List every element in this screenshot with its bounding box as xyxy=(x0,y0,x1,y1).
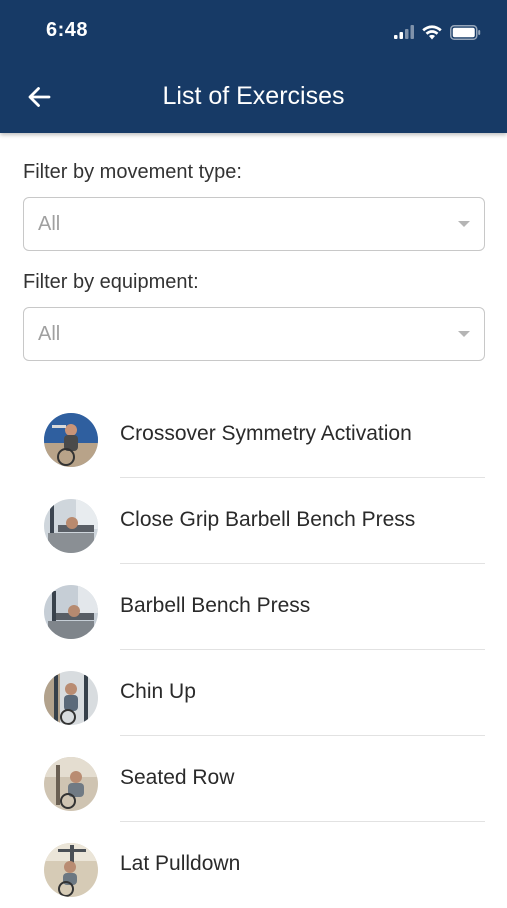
exercise-thumbnail xyxy=(44,413,98,467)
exercise-name: Seated Row xyxy=(120,766,235,789)
status-bar: 6:48 xyxy=(0,0,507,62)
equipment-select-value: All xyxy=(38,323,61,345)
cellular-signal-icon xyxy=(394,25,414,39)
exercise-thumbnail xyxy=(44,499,98,553)
exercise-item[interactable]: Seated Row xyxy=(0,736,507,822)
wifi-icon xyxy=(422,24,442,39)
movement-type-select[interactable]: All xyxy=(23,197,485,251)
movement-type-select-value: All xyxy=(38,213,61,235)
exercise-thumbnail xyxy=(44,843,98,897)
page-title: List of Exercises xyxy=(162,82,345,110)
equipment-select[interactable]: All xyxy=(23,307,485,361)
exercise-name: Lat Pulldown xyxy=(120,852,241,875)
exercise-name: Barbell Bench Press xyxy=(120,594,311,617)
exercise-item[interactable]: Close Grip Barbell Bench Press xyxy=(0,478,507,564)
exercise-item[interactable]: Crossover Symmetry Activation xyxy=(0,392,507,478)
exercise-item[interactable]: Lat Pulldown xyxy=(0,822,507,908)
status-time: 6:48 xyxy=(46,19,89,41)
exercise-list: Crossover Symmetry Activation Close Grip… xyxy=(0,392,507,908)
equipment-filter-label: Filter by equipment: xyxy=(23,271,199,293)
exercise-thumbnail xyxy=(44,585,98,639)
exercise-name: Crossover Symmetry Activation xyxy=(120,422,412,445)
exercise-item[interactable]: Chin Up xyxy=(0,650,507,736)
exercise-name: Close Grip Barbell Bench Press xyxy=(120,508,416,531)
battery-icon xyxy=(450,24,481,40)
exercise-item[interactable]: Barbell Bench Press xyxy=(0,564,507,650)
caret-down-icon xyxy=(458,221,470,227)
app-header: 6:48 List of Exercises xyxy=(0,0,507,133)
caret-down-icon xyxy=(458,331,470,337)
exercise-thumbnail xyxy=(44,757,98,811)
nav-bar: List of Exercises xyxy=(0,62,507,133)
movement-filter-label: Filter by movement type: xyxy=(23,161,242,183)
exercise-thumbnail xyxy=(44,671,98,725)
status-icons xyxy=(394,22,481,42)
exercise-name: Chin Up xyxy=(120,680,196,703)
